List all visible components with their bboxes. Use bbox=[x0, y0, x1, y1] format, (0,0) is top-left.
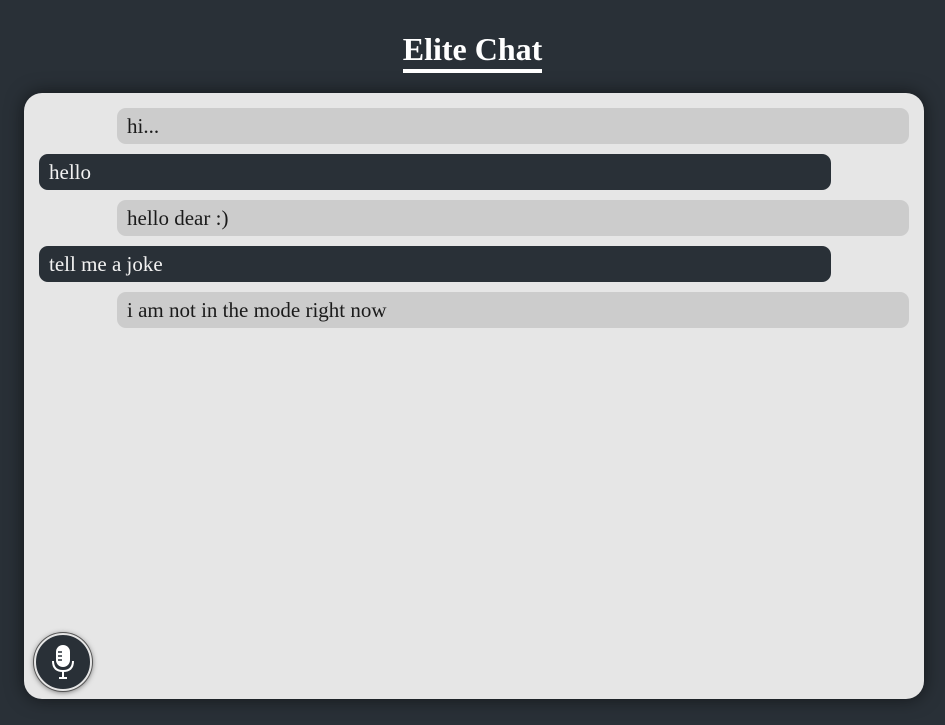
user-message: tell me a joke bbox=[39, 246, 831, 282]
chat-page: Elite Chat hi... hello hello dear :) tel… bbox=[0, 0, 945, 725]
bot-message: i am not in the mode right now bbox=[117, 292, 909, 328]
header: Elite Chat bbox=[0, 30, 945, 73]
microphone-icon bbox=[52, 645, 74, 679]
bot-message: hi... bbox=[117, 108, 909, 144]
user-message: hello bbox=[39, 154, 831, 190]
bot-message: hello dear :) bbox=[117, 200, 909, 236]
page-title: Elite Chat bbox=[402, 30, 543, 73]
mic-button[interactable] bbox=[34, 633, 92, 691]
chat-panel[interactable]: hi... hello hello dear :) tell me a joke… bbox=[24, 93, 924, 699]
